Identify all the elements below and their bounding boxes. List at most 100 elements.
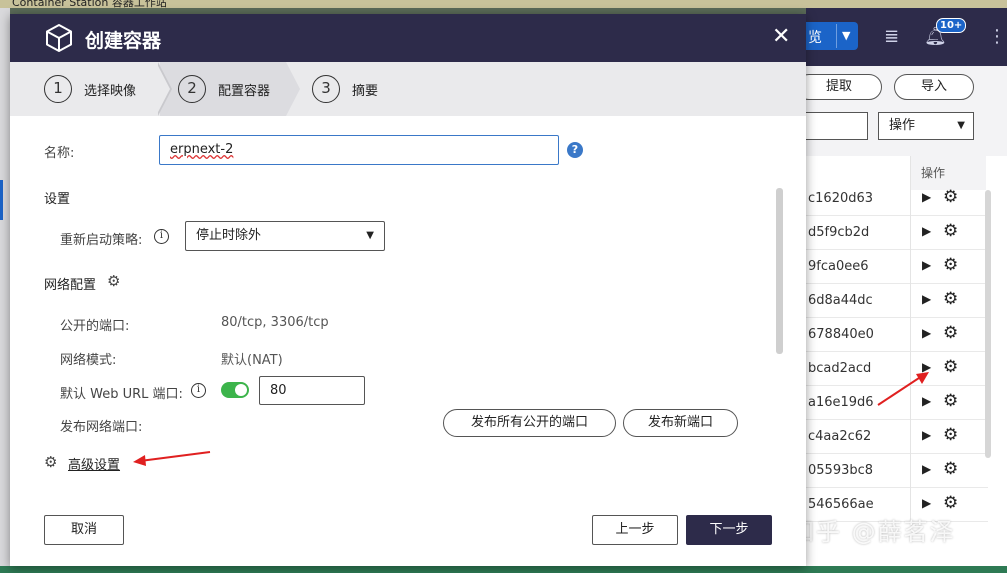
play-icon[interactable]: ▶ [922, 394, 931, 408]
table-row[interactable]: a16e19d6 ▶ ⚙ [806, 386, 988, 420]
publish-new-port-button[interactable]: 发布新端口 [623, 409, 738, 437]
table-row[interactable]: c1620d63 ▶ ⚙ [806, 182, 988, 216]
background-container-list: 提取 导入 操作 ▼ 操作 c1620d63 ▶ ⚙ d5f9cb2d ▶ ⚙ 9fca… [796, 66, 1007, 566]
step-label: 摘要 [352, 84, 379, 99]
play-icon[interactable]: ▶ [922, 190, 931, 204]
container-id: a16e19d6 [808, 395, 874, 410]
advanced-settings-link[interactable]: 高级设置 [68, 454, 120, 473]
gear-icon[interactable]: ⚙ [943, 255, 958, 275]
gear-icon[interactable]: ⚙ [44, 453, 57, 471]
container-id: 546566ae [808, 497, 874, 512]
container-name-input[interactable]: erpnext-2 [159, 135, 559, 165]
container-id: bcad2acd [808, 361, 872, 376]
notification-badge: 10+ [936, 18, 967, 33]
desktop-top-strip: Container Station 容器工作站 [0, 0, 1007, 8]
gear-icon[interactable]: ⚙ [943, 289, 958, 309]
network-section-title: 网络配置 [44, 278, 97, 293]
background-create-button[interactable]: 览 ▼ [806, 22, 858, 50]
create-container-dialog: 创建容器 ✕ 1 选择映像 2 配置容器 3 摘要 名称: erpnext-2 … [10, 14, 806, 566]
watermark: 知乎 @薛茗泽 [790, 518, 956, 546]
action-select[interactable]: 操作 ▼ [878, 112, 974, 140]
web-url-port-input[interactable]: 80 [259, 376, 365, 405]
step-separator [286, 62, 300, 116]
dialog-title: 创建容器 [85, 30, 162, 52]
table-row[interactable]: bcad2acd ▶ ⚙ [806, 352, 988, 386]
background-scrollbar[interactable] [985, 190, 991, 458]
web-url-port-toggle[interactable] [221, 382, 249, 398]
container-id: 05593bc8 [808, 463, 874, 478]
gear-icon[interactable]: ⚙ [943, 323, 958, 343]
container-id: 6d8a44dc [808, 293, 873, 308]
play-icon[interactable]: ▶ [922, 428, 931, 442]
gear-icon[interactable]: ⚙ [943, 425, 958, 445]
table-row[interactable]: 6d8a44dc ▶ ⚙ [806, 284, 988, 318]
public-ports-value: 80/tcp, 3306/tcp [221, 315, 329, 330]
chevron-down-icon[interactable]: ▼ [842, 29, 850, 42]
gear-icon[interactable]: ⚙ [943, 187, 958, 207]
background-create-button-label: 览 [808, 30, 822, 46]
action-select-value: 操作 [889, 118, 916, 133]
gear-icon[interactable]: ⚙ [943, 391, 958, 411]
web-url-port-label: 默认 Web URL 端口: [60, 387, 183, 402]
more-options-icon[interactable]: ⋮ [988, 26, 1006, 47]
play-icon[interactable]: ▶ [922, 496, 931, 510]
publish-all-ports-button[interactable]: 发布所有公开的端口 [443, 409, 616, 437]
restart-policy-select[interactable]: 停止时除外 ▼ [185, 221, 385, 251]
step-number: 3 [312, 75, 340, 103]
filter-input[interactable] [796, 112, 868, 140]
table-row[interactable]: d5f9cb2d ▶ ⚙ [806, 216, 988, 250]
play-icon[interactable]: ▶ [922, 360, 931, 374]
help-icon[interactable]: ? [567, 142, 583, 158]
public-ports-label: 公开的端口: [60, 319, 130, 334]
container-rows: c1620d63 ▶ ⚙ d5f9cb2d ▶ ⚙ 9fca0ee6 ▶ ⚙ 6d8a44d… [806, 182, 988, 522]
cancel-button[interactable]: 取消 [44, 515, 124, 545]
network-mode-label: 网络模式: [60, 353, 117, 368]
info-icon[interactable]: i [154, 229, 169, 244]
restart-policy-value: 停止时除外 [196, 228, 262, 243]
gear-icon[interactable]: ⚙ [107, 272, 120, 290]
import-button[interactable]: 导入 [894, 74, 974, 100]
cube-icon [46, 24, 72, 52]
play-icon[interactable]: ▶ [922, 462, 931, 476]
container-id: c4aa2c62 [808, 429, 872, 444]
previous-button[interactable]: 上一步 [592, 515, 678, 545]
table-row[interactable]: 05593bc8 ▶ ⚙ [806, 454, 988, 488]
container-id: 9fca0ee6 [808, 259, 869, 274]
step-label: 配置容器 [218, 84, 271, 99]
name-label: 名称: [44, 146, 75, 161]
step-number: 1 [44, 75, 72, 103]
container-id: 678840e0 [808, 327, 874, 342]
background-app-title: Container Station 容器工作站 [12, 0, 167, 8]
network-mode-value: 默认(NAT) [221, 353, 283, 368]
fetch-button[interactable]: 提取 [796, 74, 882, 100]
play-icon[interactable]: ▶ [922, 258, 931, 272]
publish-ports-label: 发布网络端口: [60, 420, 143, 435]
container-id: d5f9cb2d [808, 225, 870, 240]
step-number: 2 [178, 75, 206, 103]
step-label: 选择映像 [84, 84, 137, 99]
desktop-bottom-strip [0, 566, 1007, 573]
restart-policy-label: 重新启动策略: [60, 233, 143, 248]
settings-section-title: 设置 [44, 192, 71, 207]
table-row[interactable]: 9fca0ee6 ▶ ⚙ [806, 250, 988, 284]
play-icon[interactable]: ▶ [922, 224, 931, 238]
dialog-header: 创建容器 ✕ [10, 14, 806, 62]
dialog-scrollbar[interactable] [776, 188, 783, 354]
container-name-value: erpnext-2 [170, 142, 234, 157]
gear-icon[interactable]: ⚙ [943, 357, 958, 377]
container-id: c1620d63 [808, 191, 874, 206]
info-icon[interactable]: i [191, 383, 206, 398]
chevron-down-icon: ▼ [366, 230, 374, 241]
gear-icon[interactable]: ⚙ [943, 459, 958, 479]
play-icon[interactable]: ▶ [922, 326, 931, 340]
background-sidebar-edge [0, 8, 10, 566]
close-icon[interactable]: ✕ [772, 24, 790, 49]
next-button[interactable]: 下一步 [686, 515, 772, 545]
gear-icon[interactable]: ⚙ [943, 221, 958, 241]
play-icon[interactable]: ▶ [922, 292, 931, 306]
stack-icon[interactable]: ≣ [884, 26, 899, 47]
table-row[interactable]: c4aa2c62 ▶ ⚙ [806, 420, 988, 454]
gear-icon[interactable]: ⚙ [943, 493, 958, 513]
table-row[interactable]: 678840e0 ▶ ⚙ [806, 318, 988, 352]
button-divider [836, 24, 837, 48]
